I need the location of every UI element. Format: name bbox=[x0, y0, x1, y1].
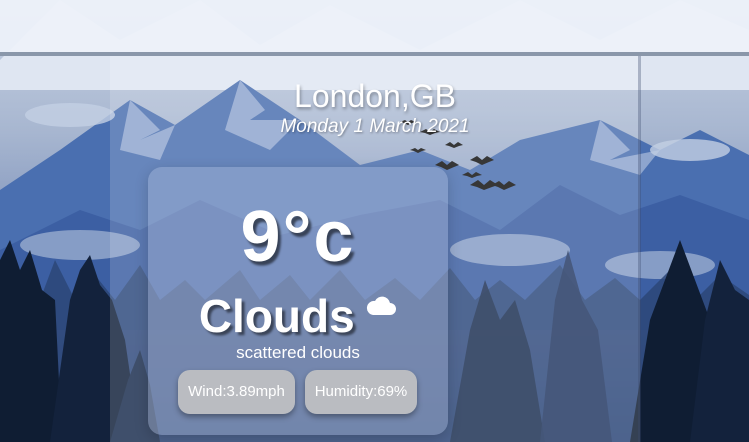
humidity-stat: Humidity:69% bbox=[305, 370, 417, 414]
weather-app-background: London,GB Monday 1 March 2021 9°c Clouds… bbox=[0, 0, 749, 442]
temperature: 9°c bbox=[240, 197, 356, 277]
current-date: Monday 1 March 2021 bbox=[280, 116, 470, 137]
weather-description: scattered clouds bbox=[236, 343, 360, 362]
top-header-strip bbox=[0, 0, 749, 52]
wind-stat: Wind:3.89mph bbox=[178, 370, 295, 414]
weather-condition: Clouds bbox=[198, 290, 355, 342]
condition-row: Clouds bbox=[148, 289, 448, 343]
cloud-icon bbox=[365, 295, 397, 322]
location-title: London,GB bbox=[294, 78, 456, 114]
